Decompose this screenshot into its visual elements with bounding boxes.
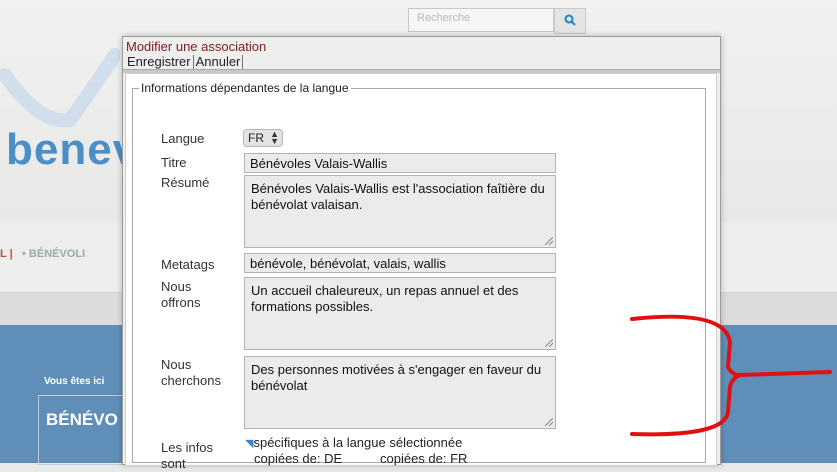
langue-label: Langue [161,131,205,146]
dialog-body: Informations dépendantes de la langue La… [125,73,717,471]
cancel-button[interactable]: Annuler [194,55,244,69]
langue-value: FR [248,131,264,145]
radio-icon [245,457,253,463]
option-specific-label: spécifiques à la langue sélectionnée [253,435,463,450]
langue-select[interactable]: FR ▲ ▼ [243,129,283,147]
option-copy-de-label: copiées de: DE [254,451,343,466]
annotation-bracket-icon [630,314,832,437]
nav-item-home[interactable]: L | [0,248,13,260]
resume-textarea[interactable]: Bénévoles Valais-Wallis est l'associatio… [244,175,556,248]
fieldset-legend: Informations dépendantes de la langue [141,81,349,95]
save-button[interactable]: Enregistrer [125,55,194,69]
titre-field[interactable]: Bénévoles Valais-Wallis [244,153,556,173]
option-copy-fr[interactable]: copiées de: FR [371,451,467,466]
language-dependent-fieldset: Informations dépendantes de la langue La… [132,81,706,471]
resize-grip-icon[interactable] [545,339,553,347]
resize-grip-icon[interactable] [545,237,553,245]
site-logo-text: benev [6,125,139,174]
cherchons-label: Nous cherchons [161,357,221,388]
option-copy-fr-label: copiées de: FR [380,451,468,466]
page-heading: BÉNÉVO [46,410,118,429]
site-search-input[interactable]: Recherche [408,8,554,32]
radio-icon [371,457,379,463]
resume-label: Résumé [161,175,210,190]
infos-label: Les infos sont [161,440,214,471]
magnifier-icon [564,14,576,26]
cherchons-text: Des personnes motivées à s'engager en fa… [251,362,542,393]
option-specific[interactable]: ◥spécifiques à la langue sélectionnée [245,435,462,450]
dialog-menu-bar: Enregistrer Annuler [125,54,244,69]
offrons-label: Nous offrons [161,279,201,310]
cherchons-textarea[interactable]: Des personnes motivées à s'engager en fa… [244,356,556,429]
offrons-text: Un accueil chaleureux, un repas annuel e… [251,283,519,314]
offrons-textarea[interactable]: Un accueil chaleureux, un repas annuel e… [244,277,556,350]
select-arrows-icon: ▲ ▼ [270,129,279,146]
resume-text: Bénévoles Valais-Wallis est l'associatio… [251,181,545,212]
metatags-field[interactable]: bénévole, bénévolat, valais, wallis [244,253,556,273]
resize-grip-icon[interactable] [545,418,553,426]
titre-label: Titre [161,155,187,170]
nav-item-benevoles[interactable]: • BÉNÉVOLI [22,248,85,260]
metatags-label: Metatags [161,257,215,272]
dialog-title: Modifier une association [126,39,267,54]
option-copy-de[interactable]: copiées de: DE [245,451,342,466]
page-heading-box [38,395,130,465]
breadcrumb: Vous êtes ici [44,376,105,387]
site-search-button[interactable] [554,8,586,34]
